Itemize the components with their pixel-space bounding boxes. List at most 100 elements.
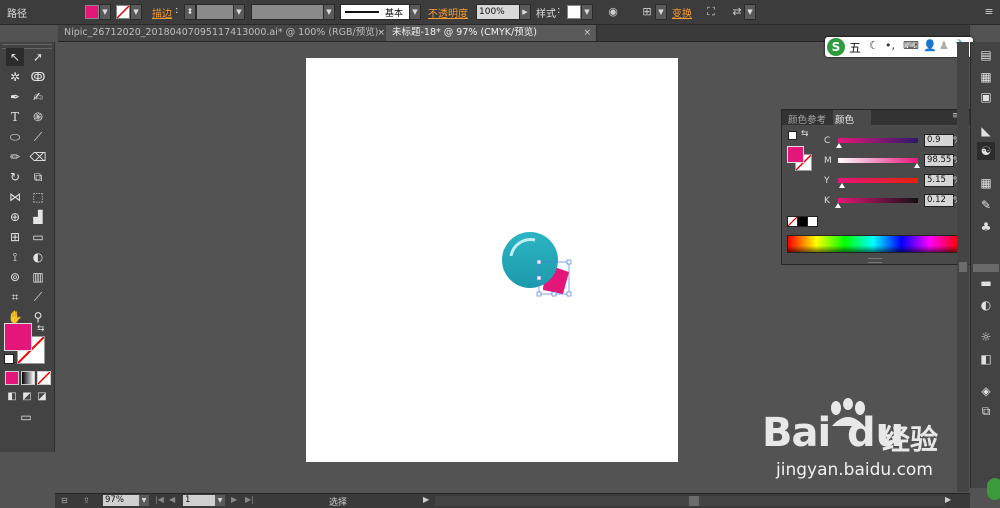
page-input[interactable]: 1 — [183, 495, 215, 506]
color-guide-icon[interactable]: ◣ — [977, 122, 995, 140]
artboard-nav-icon[interactable]: ⊟ — [61, 496, 73, 506]
stroke-weight-input[interactable] — [196, 4, 234, 20]
zoom-input[interactable]: 97% — [103, 495, 139, 506]
artboards-icon[interactable]: ⧉ — [977, 402, 995, 420]
layers-panel-icon[interactable]: ◈ — [977, 382, 995, 400]
lasso-tool-icon[interactable]: ↂ — [29, 68, 47, 86]
column-graph-tool-icon[interactable]: ▥ — [29, 268, 47, 286]
brush-definition[interactable]: 基本 — [340, 4, 410, 20]
width-tool-icon[interactable]: ⋈ — [6, 188, 24, 206]
artboard-tool-icon[interactable]: ⌗ — [6, 288, 24, 306]
tab-color-guide[interactable]: 颜色参考 — [788, 112, 826, 126]
horizontal-scrollbar[interactable] — [435, 496, 945, 506]
corner-badge-icon[interactable] — [987, 478, 1000, 500]
selection-tool-icon[interactable]: ↖ — [6, 48, 24, 66]
next-page-icon[interactable]: ▶ — [231, 495, 237, 504]
shape-builder-tool-icon[interactable]: ⊕ — [6, 208, 24, 226]
stroke-swatch[interactable] — [116, 5, 130, 19]
tab-color[interactable]: 颜色 — [835, 112, 854, 126]
channel-y-thumb[interactable] — [839, 183, 846, 188]
channel-c-thumb[interactable] — [835, 143, 842, 148]
pencil-tool-icon[interactable]: ✏ — [6, 148, 24, 166]
page-dropdown[interactable]: ▼ — [215, 495, 225, 506]
fill-dropdown-arrow[interactable]: ▼ — [99, 4, 111, 20]
last-page-icon[interactable]: ▶| — [245, 495, 254, 504]
perspective-grid-tool-icon[interactable]: ▟ — [29, 208, 47, 226]
close-icon[interactable]: × — [583, 25, 591, 41]
brushes-icon[interactable]: ✎ — [977, 196, 995, 214]
isolate-icon[interactable]: ⛶ — [704, 5, 718, 19]
appearance-icon[interactable]: ☼ — [977, 328, 995, 346]
none-mode-icon[interactable] — [37, 371, 51, 385]
stroke-dropdown-arrow[interactable]: ▼ — [130, 4, 142, 20]
fill-swatch[interactable] — [85, 5, 99, 19]
tab-untitled-18[interactable]: 未标题-18* @ 97% (CMYK/预览) × — [386, 25, 597, 41]
dock-scrollbar[interactable] — [973, 264, 999, 272]
spiral-tool-icon[interactable]: ֍ — [29, 108, 47, 126]
panel-resize-grip[interactable] — [868, 258, 882, 263]
mesh-tool-icon[interactable]: ⊞ — [6, 228, 24, 246]
panel-fill-box[interactable] — [787, 146, 804, 163]
recolor-icon[interactable]: ◉ — [606, 5, 620, 19]
paintbrush-tool-icon[interactable]: ⟋ — [29, 128, 47, 146]
moon-icon[interactable]: ☾ — [869, 39, 879, 52]
sogou-logo-icon[interactable]: S — [827, 38, 845, 56]
horizontal-scroll-thumb[interactable] — [689, 496, 699, 506]
flip-icon[interactable]: ⇄ — [730, 5, 744, 19]
gradient-mode-icon[interactable] — [21, 371, 35, 385]
channel-y-slider[interactable] — [838, 178, 918, 183]
artboard[interactable] — [306, 58, 678, 462]
color-mode-icon[interactable] — [5, 371, 19, 385]
channel-c-slider[interactable] — [838, 138, 918, 143]
selection-handle[interactable] — [551, 291, 557, 297]
brush-dropdown[interactable]: ▼ — [409, 4, 421, 20]
channel-k-thumb[interactable] — [835, 203, 842, 208]
type-tool-icon[interactable]: T — [6, 108, 24, 126]
stroke-weight-stepper[interactable]: ⬍ — [184, 4, 196, 20]
opacity-dropdown[interactable]: ▶ — [519, 4, 531, 20]
magic-wand-tool-icon[interactable]: ✲ — [6, 68, 24, 86]
transform-label[interactable]: 变换 — [672, 5, 692, 20]
opacity-label[interactable]: 不透明度 — [428, 5, 468, 20]
graphic-styles-icon[interactable]: ◧ — [977, 350, 995, 368]
selection-handle[interactable] — [566, 291, 572, 297]
align-icon[interactable]: ⊞ — [640, 5, 654, 19]
stroke-label[interactable]: 描边 — [152, 5, 172, 20]
status-menu-icon[interactable]: ▶ — [423, 495, 429, 504]
punctuation-icon[interactable]: •, — [885, 39, 895, 52]
ime-mode-label[interactable]: 五 — [849, 39, 861, 56]
color-spectrum[interactable] — [787, 235, 959, 253]
properties-icon[interactable]: ▤ — [977, 46, 995, 64]
channel-m-slider[interactable] — [838, 158, 918, 163]
blend-tool-icon[interactable]: ◐ — [29, 248, 47, 266]
libraries-icon[interactable]: ▣ — [977, 88, 995, 106]
keyboard-icon[interactable]: ⌨ — [903, 39, 919, 52]
panel-menu-icon[interactable]: ≡ — [982, 5, 996, 19]
zoom-dropdown[interactable]: ▼ — [139, 495, 149, 506]
gradient-tool-icon[interactable]: ▭ — [29, 228, 47, 246]
layers-icon[interactable]: ▦ — [977, 68, 995, 86]
more-dropdown[interactable]: ▼ — [744, 4, 756, 20]
ellipse-tool-icon[interactable]: ⬭ — [6, 128, 24, 146]
rotate-tool-icon[interactable]: ↻ — [6, 168, 24, 186]
prev-page-icon[interactable]: ◀ — [169, 495, 175, 504]
symbols-icon[interactable]: ♣ — [977, 218, 995, 236]
tab-nipic-document[interactable]: Nipic_26712020_20180407095117413000.ai* … — [58, 25, 391, 41]
slice-tool-icon[interactable]: ⟋ — [29, 288, 47, 306]
screen-mode-icon[interactable]: ▭ — [15, 408, 37, 426]
scroll-right-icon[interactable]: ▶ — [945, 495, 951, 504]
selection-handle[interactable] — [536, 291, 542, 297]
style-dropdown[interactable]: ▼ — [581, 4, 593, 20]
default-colors-icon[interactable] — [788, 131, 797, 140]
symbol-sprayer-tool-icon[interactable]: ⊚ — [6, 268, 24, 286]
share-icon[interactable]: ⇪ — [83, 496, 95, 506]
skin-icon[interactable]: ♟ — [939, 39, 949, 52]
gradient-panel-icon[interactable]: ▬ — [977, 274, 995, 292]
free-transform-tool-icon[interactable]: ⬚ — [29, 188, 47, 206]
swatches-icon[interactable]: ▦ — [977, 174, 995, 192]
user-icon[interactable]: 👤 — [923, 39, 937, 52]
pen-tool-icon[interactable]: ✒ — [6, 88, 24, 106]
scale-tool-icon[interactable]: ⧉ — [29, 168, 47, 186]
variable-width-profile[interactable] — [251, 4, 325, 20]
channel-c-input[interactable]: 0.9 — [924, 134, 954, 147]
